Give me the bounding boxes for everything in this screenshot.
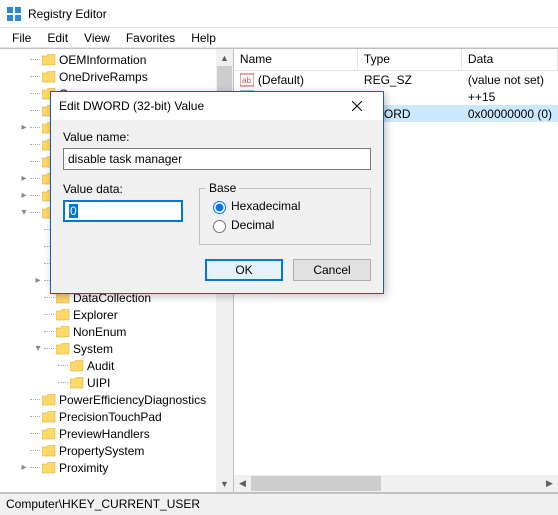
cancel-button[interactable]: Cancel [293, 259, 371, 281]
radio-hexadecimal[interactable]: Hexadecimal [208, 198, 362, 214]
dialog-titlebar[interactable]: Edit DWORD (32-bit) Value [51, 92, 383, 120]
tree-item[interactable]: Explorer [0, 306, 219, 323]
ok-button[interactable]: OK [205, 259, 283, 281]
tree-twisty-icon[interactable]: ▸ [18, 173, 30, 185]
edit-dword-dialog: Edit DWORD (32-bit) Value Value name: Va… [50, 91, 384, 294]
cell-data: 0x00000000 (0) [462, 107, 558, 121]
menu-edit[interactable]: Edit [39, 29, 76, 47]
radio-decimal[interactable]: Decimal [208, 217, 362, 233]
scroll-h-thumb[interactable] [251, 476, 381, 491]
tree-label: OneDriveRamps [59, 70, 148, 84]
tree-label: Explorer [73, 308, 118, 322]
tree-item[interactable]: OneDriveRamps [0, 68, 219, 85]
tree-item[interactable]: PrecisionTouchPad [0, 408, 219, 425]
tree-item[interactable]: PreviewHandlers [0, 425, 219, 442]
tree-label: PowerEfficiencyDiagnostics [59, 393, 206, 407]
cell-type: REG_SZ [358, 73, 462, 87]
statusbar: Computer\HKEY_CURRENT_USER [0, 493, 558, 515]
tree-twisty-icon[interactable]: ▸ [32, 275, 44, 287]
scroll-h-track[interactable] [251, 475, 541, 492]
tree-twisty-icon[interactable]: ▸ [18, 190, 30, 202]
cell-data: ++15 [462, 90, 558, 104]
col-header-data[interactable]: Data [462, 49, 558, 70]
tree-twisty-icon[interactable]: ▾ [18, 207, 30, 219]
radio-hex-input[interactable] [213, 201, 226, 214]
window-title: Registry Editor [28, 7, 107, 21]
list-row[interactable]: ab (Default) REG_SZ(value not set) [234, 71, 558, 88]
list-header: Name Type Data [234, 49, 558, 71]
cell-data: (value not set) [462, 73, 558, 87]
tree-label: Audit [87, 359, 114, 373]
tree-label: PrecisionTouchPad [59, 410, 162, 424]
menu-view[interactable]: View [76, 29, 118, 47]
col-header-name[interactable]: Name [234, 49, 358, 70]
radio-dec-input[interactable] [213, 220, 226, 233]
tree-item[interactable]: PropertySystem [0, 442, 219, 459]
close-button[interactable] [339, 95, 375, 117]
close-icon [352, 101, 362, 111]
tree-label: UIPI [87, 376, 110, 390]
scroll-down-icon[interactable]: ▼ [216, 475, 233, 492]
dialog-title: Edit DWORD (32-bit) Value [59, 99, 204, 113]
tree-item[interactable]: OEMInformation [0, 51, 219, 68]
menubar: File Edit View Favorites Help [0, 28, 558, 48]
cell-name: (Default) [258, 73, 304, 87]
tree-item[interactable]: Audit [0, 357, 219, 374]
tree-item[interactable]: NonEnum [0, 323, 219, 340]
horizontal-scrollbar[interactable]: ◀ ▶ [234, 475, 558, 492]
value-data-input[interactable]: 0 [63, 200, 183, 222]
scroll-up-icon[interactable]: ▲ [216, 49, 233, 66]
menu-file[interactable]: File [4, 29, 39, 47]
tree-twisty-icon[interactable]: ▸ [18, 462, 30, 474]
col-header-type[interactable]: Type [358, 49, 462, 70]
tree-label: OEMInformation [59, 53, 146, 67]
tree-twisty-icon[interactable]: ▸ [18, 122, 30, 134]
status-path: Computer\HKEY_CURRENT_USER [6, 497, 200, 511]
menu-help[interactable]: Help [183, 29, 224, 47]
value-name-label: Value name: [63, 130, 371, 144]
value-data-label: Value data: [63, 182, 183, 196]
menu-favorites[interactable]: Favorites [118, 29, 183, 47]
tree-label: PropertySystem [59, 444, 144, 458]
base-legend: Base [206, 181, 239, 195]
tree-label: PreviewHandlers [59, 427, 150, 441]
scroll-left-icon[interactable]: ◀ [234, 475, 251, 492]
tree-label: Proximity [59, 461, 108, 475]
tree-twisty-icon[interactable]: ▾ [32, 343, 44, 355]
base-fieldset: Base Hexadecimal Decimal [199, 188, 371, 245]
tree-label: NonEnum [73, 325, 126, 339]
tree-item[interactable]: ▾ System [0, 340, 219, 357]
value-name-input[interactable] [63, 148, 371, 170]
svg-text:ab: ab [242, 76, 251, 85]
window-titlebar: Registry Editor [0, 0, 558, 28]
tree-item[interactable]: UIPI [0, 374, 219, 391]
app-icon [6, 6, 22, 22]
tree-label: System [73, 342, 113, 356]
scroll-right-icon[interactable]: ▶ [541, 475, 558, 492]
tree-item[interactable]: PowerEfficiencyDiagnostics [0, 391, 219, 408]
tree-item[interactable]: ▸ Proximity [0, 459, 219, 476]
